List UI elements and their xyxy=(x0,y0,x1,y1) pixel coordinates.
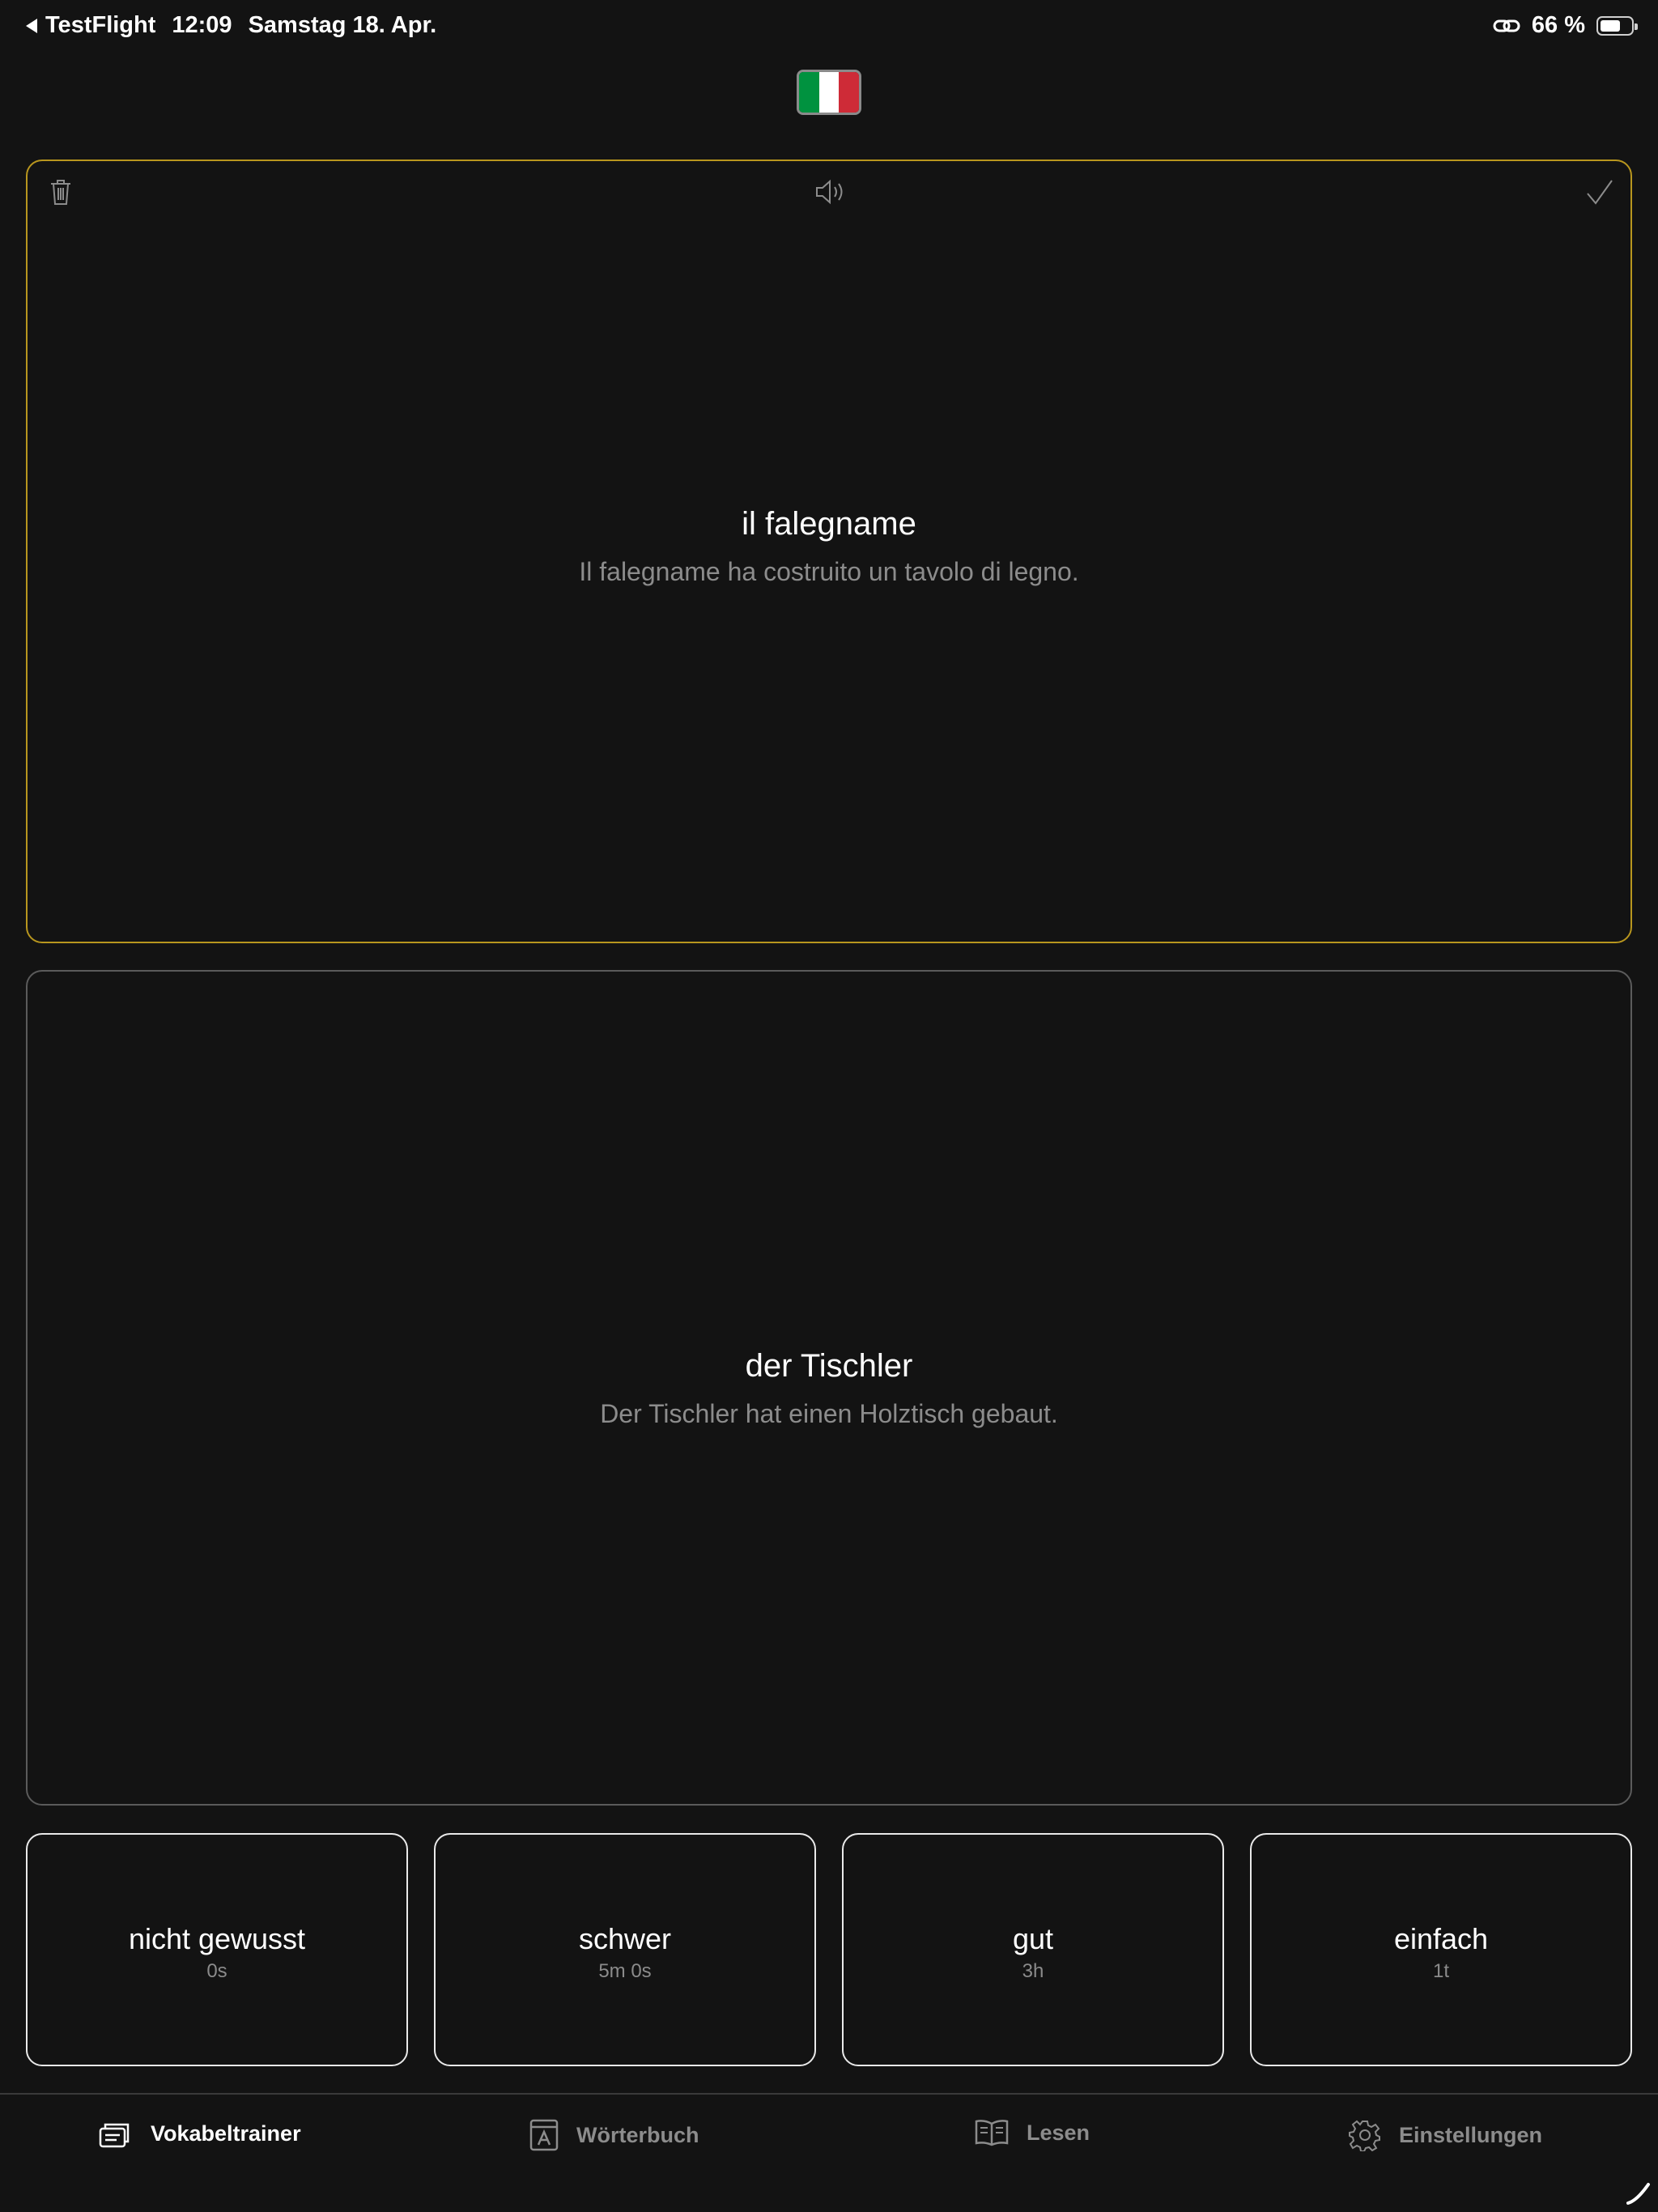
answer-button-good[interactable]: gut 3h xyxy=(842,1833,1224,2066)
link-icon xyxy=(1493,19,1520,32)
answer-button-easy[interactable]: einfach 1t xyxy=(1250,1833,1632,2066)
status-left: TestFlight 12:09 Samstag 18. Apr. xyxy=(24,12,436,39)
battery-level xyxy=(1601,19,1620,32)
cards-icon xyxy=(99,2123,130,2148)
answer-button-not-known[interactable]: nicht gewusst 0s xyxy=(26,1833,408,2066)
checkmark-icon[interactable] xyxy=(1585,177,1614,206)
tab-vokabeltrainer[interactable]: Vokabeltrainer xyxy=(99,2119,301,2148)
front-card[interactable]: il falegname Il falegname ha costruito u… xyxy=(26,160,1632,943)
answer-interval: 0s xyxy=(206,1960,227,1982)
flag-stripe-white xyxy=(818,72,840,113)
back-card-content: der Tischler Der Tischler hat einen Holz… xyxy=(28,1348,1630,1429)
tab-label: Lesen xyxy=(1027,2120,1090,2145)
front-word: il falegname xyxy=(742,506,916,542)
battery-percent: 66 % xyxy=(1531,12,1585,38)
gear-icon xyxy=(1349,2120,1380,2151)
tab-label: Einstellungen xyxy=(1399,2122,1543,2147)
speaker-icon[interactable] xyxy=(814,177,847,206)
answer-interval: 3h xyxy=(1022,1960,1044,1982)
answer-button-hard[interactable]: schwer 5m 0s xyxy=(434,1833,816,2066)
answer-label: gut xyxy=(1012,1922,1054,1955)
back-word: der Tischler xyxy=(745,1348,913,1384)
flag-stripe-green xyxy=(799,72,819,113)
back-card[interactable]: der Tischler Der Tischler hat einen Holz… xyxy=(26,970,1632,1806)
tab-label: Vokabeltrainer xyxy=(151,2121,301,2146)
tab-woerterbuch[interactable]: Wörterbuch xyxy=(529,2119,699,2151)
back-sentence: Der Tischler hat einen Holztisch gebaut. xyxy=(600,1399,1058,1428)
tab-bar: Vokabeltrainer Wörterbuch Lesen Einstell… xyxy=(0,2093,1658,2212)
battery-icon xyxy=(1596,15,1638,36)
italian-flag[interactable] xyxy=(797,70,861,115)
tab-lesen[interactable]: Lesen xyxy=(975,2119,1090,2146)
front-card-content: il falegname Il falegname ha costruito u… xyxy=(28,506,1630,587)
status-time: 12:09 xyxy=(172,12,232,38)
status-right: 66 % xyxy=(1493,12,1638,39)
status-bar: TestFlight 12:09 Samstag 18. Apr. 66 % xyxy=(0,0,1658,52)
flag-stripe-red xyxy=(839,72,859,113)
answer-label: einfach xyxy=(1393,1922,1489,1955)
trash-icon[interactable] xyxy=(49,177,73,206)
tab-einstellungen[interactable]: Einstellungen xyxy=(1349,2119,1542,2151)
status-date: Samstag 18. Apr. xyxy=(248,12,437,38)
book-icon xyxy=(975,2120,1009,2146)
answer-interval: 1t xyxy=(1432,1960,1449,1982)
back-to-app-button[interactable]: TestFlight xyxy=(24,12,155,39)
pencil-swipe-icon xyxy=(1626,2183,1650,2205)
back-arrow-icon xyxy=(26,18,37,33)
front-sentence: Il falegname ha costruito un tavolo di l… xyxy=(579,557,1079,586)
answer-interval: 5m 0s xyxy=(598,1960,652,1982)
answer-label: schwer xyxy=(578,1922,672,1955)
dictionary-icon xyxy=(529,2119,559,2151)
answer-label: nicht gewusst xyxy=(128,1922,306,1955)
tab-label: Wörterbuch xyxy=(576,2122,699,2147)
back-app-label: TestFlight xyxy=(45,12,156,38)
